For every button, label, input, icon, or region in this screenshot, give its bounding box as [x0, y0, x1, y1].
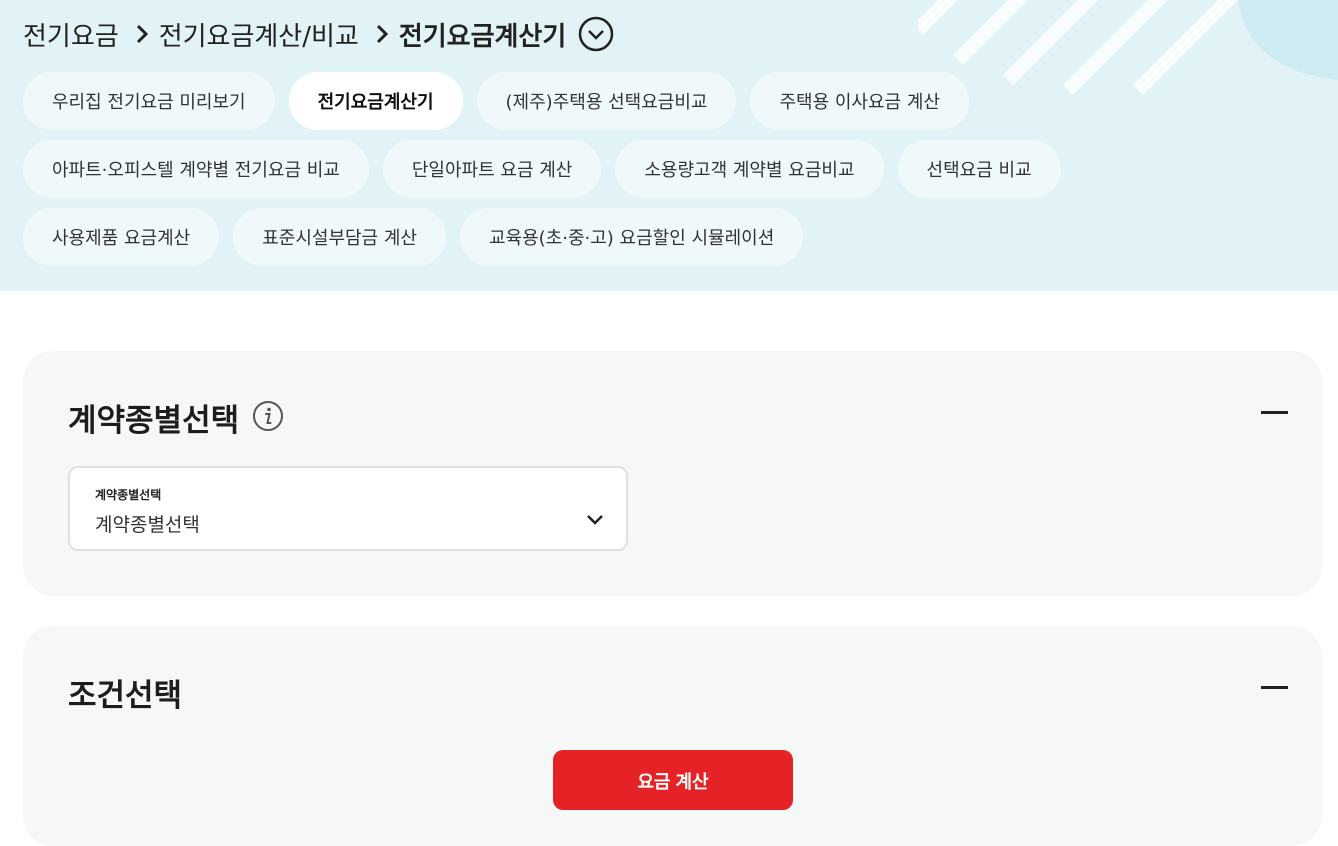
collapse-contract-button[interactable]	[1260, 398, 1288, 426]
contract-type-title: 계약종별선택	[68, 403, 240, 439]
condition-title: 조건선택	[68, 678, 183, 714]
tab-rate-calculator[interactable]: 전기요금계산기	[288, 72, 463, 130]
tab-school-discount-simulation[interactable]: 교육용(초·중·고) 요금할인 시뮬레이션	[459, 208, 804, 266]
chevron-right-icon	[129, 21, 155, 47]
breadcrumb-item-electricity-rate[interactable]: 전기요금	[23, 16, 119, 53]
collapse-condition-button[interactable]	[1260, 673, 1288, 701]
tab-home-preview[interactable]: 우리집 전기요금 미리보기	[23, 72, 275, 130]
contract-type-select-value: 계약종별선택	[95, 514, 200, 536]
tab-row-1: 우리집 전기요금 미리보기 전기요금계산기 (제주)주택용 선택요금비교 주택용…	[23, 72, 969, 130]
tab-appliance-calc[interactable]: 사용제품 요금계산	[23, 208, 220, 266]
tab-single-apartment-calc[interactable]: 단일아파트 요금 계산	[382, 140, 602, 198]
contract-type-select[interactable]: 계약종별선택 계약종별선택	[68, 466, 628, 551]
tab-standard-facility-charge[interactable]: 표준시설부담금 계산	[233, 208, 446, 266]
breadcrumb: 전기요금 전기요금계산/비교 전기요금계산기	[23, 12, 614, 56]
info-icon[interactable]	[252, 400, 284, 432]
condition-panel: 조건선택 요금 계산	[23, 626, 1322, 846]
decorative-wave-graphic	[918, 0, 1338, 95]
calculate-rate-button[interactable]: 요금 계산	[553, 750, 793, 810]
hero-banner: 전기요금 전기요금계산/비교 전기요금계산기 우리집 전기요금 미리보기 전기요…	[0, 0, 1338, 291]
minus-icon	[1260, 685, 1288, 689]
tab-optional-rate-compare[interactable]: 선택요금 비교	[897, 140, 1061, 198]
tab-row-3: 사용제품 요금계산 표준시설부담금 계산 교육용(초·중·고) 요금할인 시뮬레…	[23, 208, 804, 266]
chevron-right-icon	[369, 21, 395, 47]
contract-type-select-label: 계약종별선택	[95, 488, 162, 502]
tab-residential-moving-calc[interactable]: 주택용 이사요금 계산	[750, 72, 969, 130]
contract-type-panel: 계약종별선택 계약종별선택 계약종별선택	[23, 351, 1322, 596]
breadcrumb-current: 전기요금계산기	[398, 21, 567, 52]
breadcrumb-item-calc-compare[interactable]: 전기요금계산/비교	[159, 16, 359, 53]
tab-jeju-residential-compare[interactable]: (제주)주택용 선택요금비교	[476, 72, 737, 130]
tab-small-customer-compare[interactable]: 소용량고객 계약별 요금비교	[615, 140, 884, 198]
tab-apartment-officetel-compare[interactable]: 아파트·오피스텔 계약별 전기요금 비교	[23, 140, 369, 198]
minus-icon	[1260, 410, 1288, 414]
chevron-down-circle-icon[interactable]	[578, 16, 614, 52]
tab-row-2: 아파트·오피스텔 계약별 전기요금 비교 단일아파트 요금 계산 소용량고객 계…	[23, 140, 1061, 198]
chevron-down-icon	[587, 515, 603, 525]
